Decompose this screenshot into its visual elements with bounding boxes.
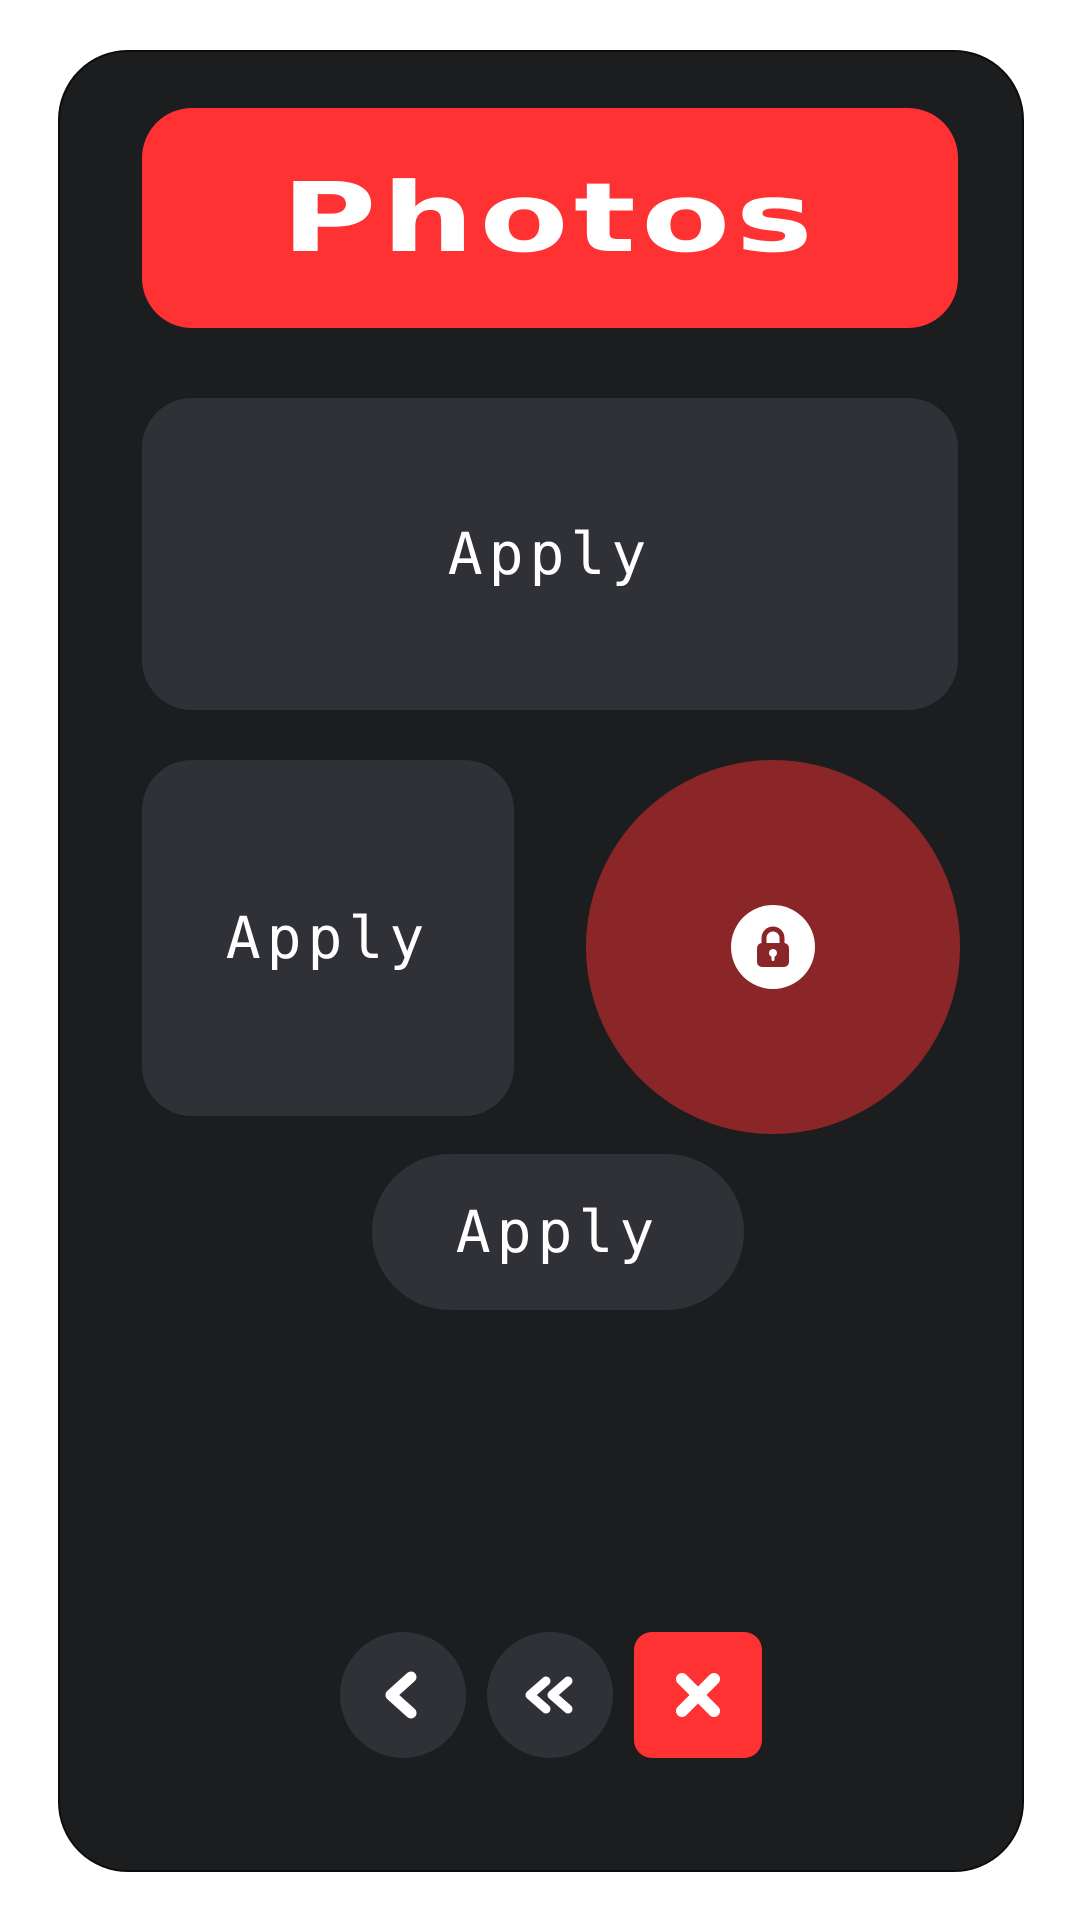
apply-button-square-label: Apply xyxy=(225,904,431,972)
apply-button-large[interactable]: Apply xyxy=(142,398,958,710)
title-bar: Photos xyxy=(142,108,958,328)
apply-button-large-label: Apply xyxy=(447,520,653,588)
back-button[interactable] xyxy=(340,1632,466,1758)
apply-button-pill-label: Apply xyxy=(455,1198,661,1266)
apply-button-pill[interactable]: Apply xyxy=(372,1154,744,1310)
page-title: Photos xyxy=(281,162,819,274)
close-button[interactable] xyxy=(634,1632,762,1758)
lock-button[interactable] xyxy=(586,760,960,1134)
first-page-button[interactable] xyxy=(487,1632,613,1758)
lock-icon xyxy=(757,926,789,967)
chevron-left-icon xyxy=(385,1671,417,1719)
double-chevron-left-icon xyxy=(525,1676,573,1714)
apply-button-square[interactable]: Apply xyxy=(142,760,514,1116)
lock-badge xyxy=(731,905,815,989)
close-icon xyxy=(676,1673,720,1717)
